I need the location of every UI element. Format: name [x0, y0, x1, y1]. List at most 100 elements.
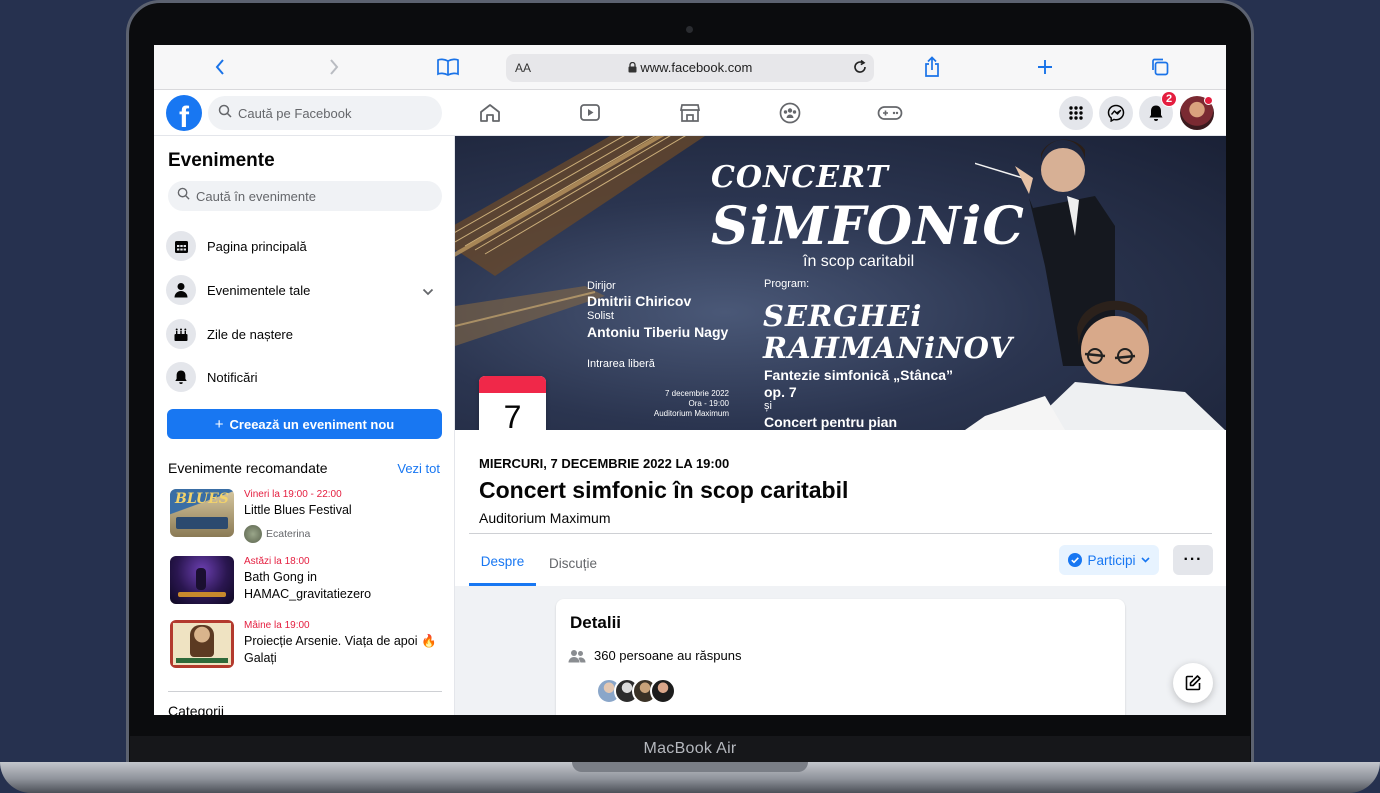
recommended-event[interactable]: BLUES Vineri la 19:00 - 22:00 Little Blu… [170, 489, 442, 545]
events-search[interactable] [168, 181, 442, 211]
host-name: Ecaterina [266, 528, 311, 540]
event-time: Mâine la 19:00 [244, 620, 310, 631]
sidebar-title: Evenimente [168, 150, 275, 171]
cover-subtitle: în scop caritabil [803, 253, 915, 270]
forward-icon[interactable] [319, 53, 349, 81]
cover-piece-1-opus: op. 7 [764, 384, 797, 400]
events-search-input[interactable] [196, 188, 376, 204]
share-icon[interactable] [917, 53, 947, 81]
screen: AA www.facebook.com f Caută pe Facebook … [154, 45, 1226, 715]
home-icon[interactable] [468, 98, 512, 128]
going-button[interactable]: Participi [1059, 545, 1159, 575]
tab-discussion[interactable]: Discuție [549, 540, 597, 586]
event-host: Ecaterina [244, 525, 310, 543]
pianist-photo [965, 300, 1225, 430]
tab-about[interactable]: Despre [469, 540, 536, 586]
bookmarks-icon[interactable] [433, 53, 463, 81]
sidebar-item-label: Evenimentele tale [207, 282, 311, 298]
create-event-button[interactable]: + Creează un eveniment nou [167, 409, 442, 439]
search-icon [177, 187, 190, 205]
avatar-status-dot [1204, 96, 1213, 105]
event-thumbnail: BLUES [170, 489, 234, 537]
event-header: MIERCURI, 7 DECEMBRIE 2022 LA 19:00 Conc… [455, 430, 1226, 586]
facebook-search[interactable] [208, 96, 442, 130]
browser-toolbar: AA www.facebook.com [154, 45, 1226, 90]
camera [686, 26, 693, 33]
back-icon[interactable] [205, 53, 235, 81]
event-thumbnail [170, 620, 234, 668]
event-title: Concert simfonic în scop caritabil [479, 477, 849, 503]
events-sidebar: Evenimente Pagina principală Evenimentel… [154, 136, 455, 715]
more-options-button[interactable]: ··· [1173, 545, 1213, 575]
event-date: MIERCURI, 7 DECEMBRIE 2022 LA 19:00 [479, 456, 730, 471]
reload-icon[interactable] [852, 59, 868, 80]
divider [469, 533, 1212, 534]
edit-icon [1184, 674, 1202, 692]
notification-count-badge: 2 [1161, 91, 1177, 107]
piano-strings-graphic [455, 136, 705, 276]
event-name: Bath Gong in HAMAC_gravitatiezero [244, 570, 372, 601]
search-icon [218, 104, 232, 123]
laptop-notch [572, 762, 808, 772]
sidebar-item-label: Notificări [207, 369, 258, 385]
cover-concert-text: CONCERT [711, 160, 889, 195]
cover-soloist-name: Antoniu Tiberiu Nagy [587, 324, 729, 340]
see-all-link[interactable]: Vezi tot [397, 461, 440, 476]
check-circle-icon [1068, 553, 1083, 567]
recommended-event[interactable]: Astăzi la 18:00 Bath Gong in HAMAC_gravi… [170, 556, 442, 612]
facebook-search-input[interactable] [238, 105, 418, 121]
responses-row: 360 persoane au răspuns [568, 648, 741, 663]
cake-icon [166, 319, 196, 349]
create-event-label: Creează un eveniment nou [229, 416, 395, 432]
sidebar-item-notifications[interactable]: Notificări [166, 359, 442, 395]
facebook-logo[interactable]: f [166, 95, 202, 131]
plus-icon: + [214, 415, 224, 433]
responses-count: 360 persoane au răspuns [594, 648, 742, 663]
recommended-event[interactable]: Mâine la 19:00 Proiecție Arsenie. Viața … [170, 620, 442, 676]
going-label: Participi [1087, 552, 1136, 568]
sidebar-item-home[interactable]: Pagina principală [166, 228, 442, 264]
cover-venue-line: Auditorium Maximum [653, 409, 729, 418]
new-tab-icon[interactable] [1030, 53, 1060, 81]
groups-icon[interactable] [768, 98, 812, 128]
compose-button[interactable] [1173, 663, 1213, 703]
cover-conjunction: și [764, 400, 772, 412]
responders-avatars[interactable] [596, 678, 676, 704]
sidebar-item-birthdays[interactable]: Zile de naștere [166, 316, 442, 352]
event-name: Little Blues Festival [244, 503, 352, 517]
details-card: Detalii 360 persoane au răspuns [556, 599, 1125, 715]
event-time: Astăzi la 18:00 [244, 556, 310, 567]
chevron-down-icon[interactable] [422, 283, 434, 301]
url-text: www.facebook.com [640, 60, 753, 75]
messenger-icon[interactable] [1099, 96, 1133, 130]
menu-grid-icon[interactable] [1059, 96, 1093, 130]
cover-composer-first: SERGHEi [763, 299, 923, 333]
cover-program-label: Program: [764, 278, 810, 290]
sidebar-item-your-events[interactable]: Evenimentele tale [166, 272, 442, 308]
cover-date-line: 7 decembrie 2022 [664, 389, 729, 398]
marketplace-icon[interactable] [668, 98, 712, 128]
details-title: Detalii [570, 613, 622, 632]
cover-conductor-name: Dmitrii Chiricov [587, 293, 692, 309]
caret-down-icon [1140, 557, 1150, 563]
avatar [650, 678, 676, 704]
thumbnail-text: BLUES [175, 491, 229, 507]
recommended-title: Evenimente recomandate [168, 460, 328, 476]
event-location[interactable]: Auditorium Maximum [479, 510, 610, 526]
lock-icon [628, 60, 641, 75]
sidebar-item-label: Pagina principală [207, 238, 307, 254]
people-icon [568, 649, 586, 663]
tabs-icon[interactable] [1145, 53, 1175, 81]
url-bar[interactable]: AA www.facebook.com [506, 54, 874, 82]
cover-soloist-label: Solist [587, 310, 614, 322]
watch-icon[interactable] [568, 98, 612, 128]
facebook-topbar: f 2 [154, 90, 1226, 136]
calendar-icon [166, 231, 196, 261]
gaming-icon[interactable] [868, 98, 912, 128]
cover-entry: Intrarea liberă [587, 358, 655, 370]
sidebar-item-label: Zile de naștere [207, 326, 293, 342]
cover-conductor-label: Dirijor [587, 280, 616, 292]
bell-icon [166, 362, 196, 392]
event-thumbnail [170, 556, 234, 604]
event-name: Proiecție Arsenie. Viața de apoi 🔥 Galaț… [244, 634, 437, 665]
